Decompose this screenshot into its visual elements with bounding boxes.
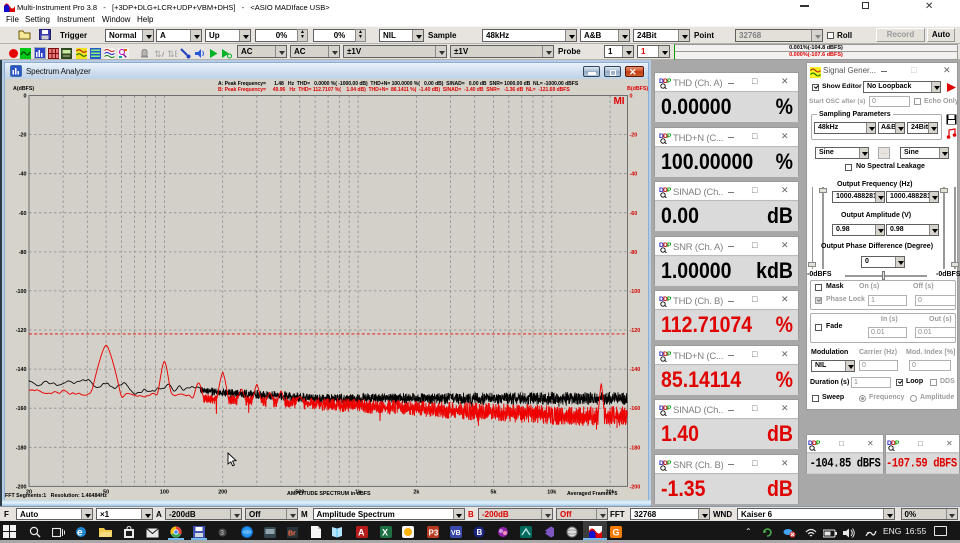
svg-text:P3: P3 <box>429 529 439 538</box>
svg-text:-20: -20 <box>630 133 638 139</box>
svg-text:-200: -200 <box>630 484 641 490</box>
svg-text:-140: -140 <box>630 367 641 373</box>
svg-text:P: P <box>667 351 671 358</box>
svg-text:-180: -180 <box>16 445 27 451</box>
svg-text:P: P <box>667 296 671 303</box>
svg-text:-80: -80 <box>630 250 638 256</box>
svg-text:VB: VB <box>451 530 461 537</box>
svg-text:P: P <box>667 133 671 140</box>
svg-text:P: P <box>816 440 820 447</box>
svg-text:0: 0 <box>630 94 633 100</box>
svg-text:-40: -40 <box>19 172 27 178</box>
svg-text:-20: -20 <box>19 133 27 139</box>
svg-text:MI: MI <box>613 96 624 107</box>
svg-text:P: P <box>667 242 671 249</box>
svg-text:P: P <box>895 440 899 447</box>
svg-text:⇅A: ⇅A <box>154 49 164 59</box>
svg-text:e: e <box>77 528 83 539</box>
svg-text:-160: -160 <box>630 406 641 412</box>
svg-text:A: A <box>358 528 365 538</box>
svg-text:100: 100 <box>160 490 169 496</box>
svg-text:200: 200 <box>218 490 227 496</box>
svg-text:-60: -60 <box>630 211 638 217</box>
svg-text:B: B <box>477 528 483 537</box>
svg-text:⇅B: ⇅B <box>167 49 177 59</box>
svg-text:X: X <box>382 528 388 538</box>
svg-text:-120: -120 <box>16 328 27 334</box>
svg-text:P: P <box>667 78 671 85</box>
svg-text:P: P <box>667 187 671 194</box>
svg-text:3: 3 <box>220 530 224 537</box>
svg-text:-160: -160 <box>16 406 27 412</box>
svg-text:P: P <box>667 405 671 412</box>
svg-text:Br: Br <box>288 531 296 538</box>
svg-text:5k: 5k <box>491 490 497 496</box>
svg-text:-60: -60 <box>19 211 27 217</box>
svg-text:-180: -180 <box>630 445 641 451</box>
svg-text:2k: 2k <box>413 490 419 496</box>
svg-text:P: P <box>667 460 671 467</box>
svg-text:-80: -80 <box>19 250 27 256</box>
svg-text:-100: -100 <box>16 289 27 295</box>
svg-text:-140: -140 <box>16 367 27 373</box>
svg-text:10k: 10k <box>547 490 556 496</box>
svg-text:-120: -120 <box>630 328 641 334</box>
svg-text:-200: -200 <box>16 484 27 490</box>
svg-text:G: G <box>613 528 620 538</box>
svg-text:0: 0 <box>24 94 27 100</box>
svg-text:-40: -40 <box>630 172 638 178</box>
svg-text:-100: -100 <box>630 289 641 295</box>
